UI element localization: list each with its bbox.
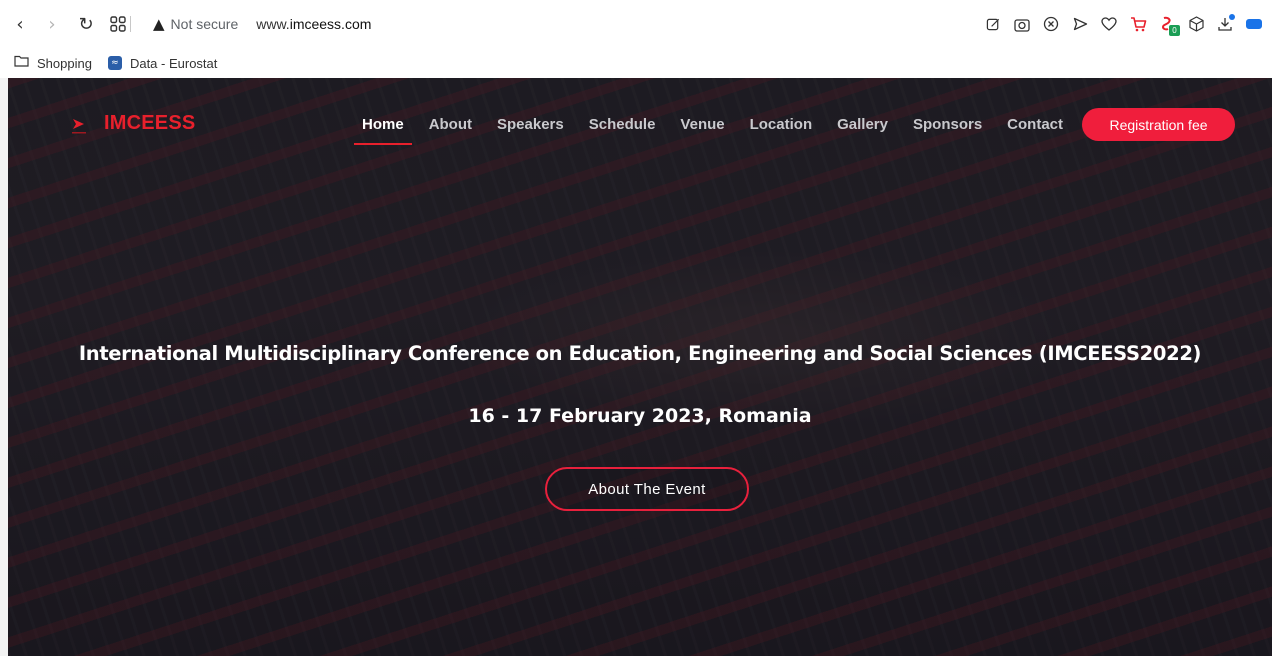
- hero-title: International Multidisciplinary Conferen…: [78, 342, 1202, 365]
- logo-icon: [70, 115, 90, 133]
- menu-item-schedule[interactable]: Schedule: [581, 116, 664, 133]
- cart-icon[interactable]: [1128, 14, 1148, 34]
- main-menu: Home About Speakers Schedule Venue Locat…: [354, 116, 1080, 145]
- send-icon[interactable]: [1070, 14, 1090, 34]
- toolbar-separator: [130, 16, 131, 32]
- bookmarks-bar: Shopping ≈ Data - Eurostat: [0, 48, 1272, 78]
- bookmark-label: Shopping: [37, 55, 92, 71]
- menu-item-about[interactable]: About: [421, 116, 480, 133]
- hero-date: 16 - 17 February 2023, Romania: [468, 405, 812, 427]
- menu-item-contact[interactable]: Contact: [999, 116, 1071, 133]
- bookmark-eurostat[interactable]: ≈ Data - Eurostat: [107, 55, 218, 71]
- forward-icon[interactable]: ›: [40, 12, 64, 36]
- edit-icon[interactable]: [983, 14, 1003, 34]
- download-icon[interactable]: [1215, 14, 1235, 34]
- heart-icon[interactable]: [1099, 14, 1119, 34]
- screenshot-icon[interactable]: [1012, 14, 1032, 34]
- menu-item-speakers[interactable]: Speakers: [489, 116, 572, 133]
- reload-icon[interactable]: ↻: [74, 12, 98, 36]
- menu-item-location[interactable]: Location: [742, 116, 821, 133]
- menu-item-venue[interactable]: Venue: [672, 116, 732, 133]
- about-event-button[interactable]: About The Event: [545, 467, 749, 511]
- registration-fee-button[interactable]: Registration fee: [1082, 108, 1235, 141]
- browser-toolbar: ‹ › ↻ ▲ Not secure www. imceess.com 0: [0, 0, 1272, 48]
- warning-icon: ▲: [153, 15, 165, 33]
- extension-badge: 0: [1169, 25, 1180, 36]
- url-prefix: www.: [256, 16, 290, 32]
- security-label: Not secure: [170, 16, 239, 32]
- back-icon[interactable]: ‹: [8, 12, 32, 36]
- menu-item-gallery[interactable]: Gallery: [829, 116, 896, 133]
- page-viewport: IMCEESS Home About Speakers Schedule Ven…: [8, 78, 1272, 656]
- site-logo[interactable]: IMCEESS: [70, 112, 195, 135]
- site-header: IMCEESS Home About Speakers Schedule Ven…: [8, 78, 1272, 170]
- extension-icon[interactable]: 0: [1157, 14, 1180, 36]
- cube-icon[interactable]: [1186, 14, 1206, 34]
- download-indicator: [1229, 14, 1235, 20]
- address-bar[interactable]: ▲ Not secure www. imceess.com: [153, 13, 371, 35]
- logo-text: IMCEESS: [104, 112, 196, 134]
- folder-icon: [14, 55, 29, 71]
- menu-item-sponsors[interactable]: Sponsors: [905, 116, 990, 133]
- bookmark-label: Data - Eurostat: [129, 55, 218, 71]
- url-host: imceess.com: [289, 16, 372, 32]
- tabs-grid-icon[interactable]: [106, 12, 130, 36]
- battery-icon[interactable]: [1244, 14, 1264, 34]
- menu-item-home[interactable]: Home: [354, 116, 412, 145]
- eurostat-icon: ≈: [107, 56, 122, 70]
- toolbar-icons: 0: [983, 12, 1264, 36]
- bookmark-shopping[interactable]: Shopping: [14, 55, 92, 71]
- shield-icon[interactable]: [1041, 14, 1061, 34]
